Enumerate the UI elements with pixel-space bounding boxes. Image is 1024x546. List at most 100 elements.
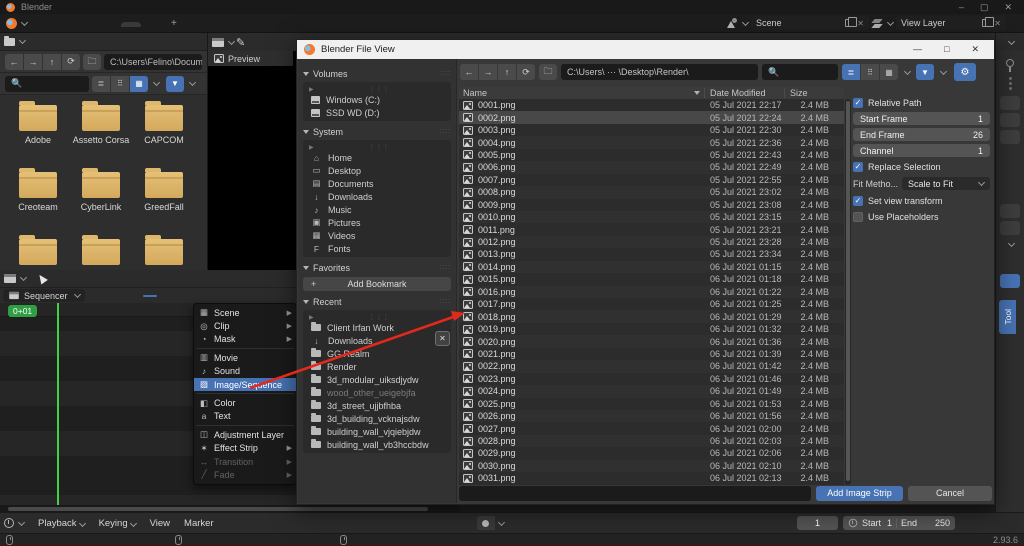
add-menu-item[interactable]: ◫ Adjustment Layer ▶: [194, 428, 296, 441]
timeline-editor-chevron-icon[interactable]: [18, 518, 25, 525]
add-menu-item[interactable]: ╱ Fade ▶: [194, 468, 296, 481]
pin-icon[interactable]: [1006, 59, 1014, 67]
file-row[interactable]: 0012.png 05 Jul 2021 23:28 2.4 MB: [459, 236, 844, 248]
recent-item[interactable]: building_wall_vjqiebjdw: [303, 425, 451, 438]
recent-item[interactable]: ↓Downloads: [303, 334, 451, 347]
dialog-minimize-button[interactable]: —: [913, 44, 922, 55]
workspace-tab[interactable]: [143, 22, 163, 27]
display-vertical-list-button[interactable]: ≣: [92, 76, 110, 92]
sequencer-type-icon[interactable]: [4, 274, 16, 283]
outliner-chevron-icon[interactable]: [1008, 37, 1015, 44]
transport-button[interactable]: [514, 516, 527, 530]
current-frame-field[interactable]: 1: [797, 516, 838, 530]
parent-dir-button[interactable]: ↑: [43, 54, 61, 70]
transport-button[interactable]: [570, 516, 583, 530]
file-row[interactable]: 0013.png 05 Jul 2021 23:34 2.4 MB: [459, 248, 844, 260]
system-item[interactable]: ↓Downloads: [303, 190, 451, 203]
back-button[interactable]: ←: [460, 64, 478, 80]
view-layer-copy-icon[interactable]: [982, 19, 989, 27]
settings-gear-button[interactable]: ⚙: [954, 63, 976, 81]
file-row[interactable]: 0027.png 06 Jul 2021 02:00 2.4 MB: [459, 422, 844, 434]
add-menu-item[interactable]: ▨ Image/Sequence ▶: [194, 378, 296, 391]
playhead[interactable]: [57, 303, 59, 505]
preview-panel-header[interactable]: Preview: [208, 51, 293, 66]
volume-item[interactable]: Windows (C:): [303, 93, 451, 106]
keying-chevron-icon[interactable]: [498, 518, 505, 525]
add-bookmark-button[interactable]: +Add Bookmark: [303, 277, 451, 291]
fit-method-dropdown[interactable]: Scale to Fit: [902, 177, 990, 190]
panel-button[interactable]: [1000, 130, 1020, 144]
system-item[interactable]: ♪Music: [303, 203, 451, 216]
dialog-path-field[interactable]: C:\Users\ ··· \Desktop\Render\: [561, 64, 758, 80]
file-row[interactable]: 0010.png 05 Jul 2021 23:15 2.4 MB: [459, 211, 844, 223]
file-row[interactable]: 0005.png 05 Jul 2021 22:43 2.4 MB: [459, 149, 844, 161]
transport-button[interactable]: [584, 516, 597, 530]
panel-button[interactable]: [1000, 113, 1020, 127]
file-row[interactable]: 0028.png 06 Jul 2021 02:03 2.4 MB: [459, 435, 844, 447]
recent-section-header[interactable]: Recent::::: [303, 295, 451, 308]
timeline-marker-menu[interactable]: Marker: [178, 516, 220, 531]
file-row[interactable]: 0023.png 06 Jul 2021 01:46 2.4 MB: [459, 373, 844, 385]
add-workspace-button[interactable]: +: [165, 18, 183, 29]
file-row[interactable]: 0024.png 06 Jul 2021 01:49 2.4 MB: [459, 385, 844, 397]
sequencer-type-chevron-icon[interactable]: [20, 274, 27, 281]
topbar-menu[interactable]: [43, 21, 57, 25]
scene-selector[interactable]: Scene ✕: [751, 16, 869, 30]
file-row[interactable]: 0007.png 05 Jul 2021 22:55 2.4 MB: [459, 174, 844, 186]
folder-tile[interactable]: [71, 239, 131, 269]
system-item[interactable]: ⌂Home: [303, 151, 451, 164]
file-row[interactable]: 0030.png 06 Jul 2021 02:10 2.4 MB: [459, 460, 844, 472]
system-item[interactable]: ▦Videos: [303, 229, 451, 242]
sequencer-menu[interactable]: [127, 295, 141, 297]
timeline-view-menu[interactable]: View: [144, 516, 176, 531]
blender-menu-icon[interactable]: [6, 18, 17, 29]
folder-tile[interactable]: CyberLink: [71, 172, 131, 212]
display-thumbnail-button[interactable]: ▦: [130, 76, 148, 92]
scene-chevron-icon[interactable]: [742, 18, 749, 25]
create-folder-button[interactable]: 🗀: [539, 64, 557, 80]
remove-recent-button[interactable]: ✕: [435, 331, 450, 346]
panel-button[interactable]: [1000, 96, 1020, 110]
dialog-maximize-button[interactable]: □: [944, 44, 949, 55]
file-row[interactable]: 0011.png 05 Jul 2021 23:21 2.4 MB: [459, 223, 844, 235]
editor-type-icon[interactable]: [212, 38, 224, 47]
system-item[interactable]: ▭Desktop: [303, 164, 451, 177]
folder-tile[interactable]: CAPCOM: [134, 105, 194, 145]
file-row[interactable]: 0009.png 05 Jul 2021 23:08 2.4 MB: [459, 199, 844, 211]
filter-settings-chevron-icon[interactable]: [189, 79, 196, 86]
volume-item[interactable]: SSD WD (D:): [303, 106, 451, 119]
file-row[interactable]: 0022.png 06 Jul 2021 01:42 2.4 MB: [459, 360, 844, 372]
start-frame-field[interactable]: Start Frame1: [853, 112, 990, 125]
favorites-section-header[interactable]: Favorites::::: [303, 261, 451, 274]
recent-item[interactable]: wood_other_ueigebjfa: [303, 386, 451, 399]
scene-unlink-icon[interactable]: ✕: [857, 19, 864, 28]
file-row[interactable]: 0015.png 06 Jul 2021 01:18 2.4 MB: [459, 273, 844, 285]
region-handle[interactable]: [1009, 77, 1012, 80]
parent-dir-button[interactable]: ↑: [498, 64, 516, 80]
file-row[interactable]: 0001.png 05 Jul 2021 22:17 2.4 MB: [459, 99, 844, 111]
add-menu-item[interactable]: ↔ Transition ▶: [194, 455, 296, 468]
sequencer-menu[interactable]: [143, 295, 157, 297]
window-maximize-button[interactable]: ▢: [980, 2, 989, 13]
back-button[interactable]: ←: [5, 54, 23, 70]
system-item[interactable]: ▤Documents: [303, 177, 451, 190]
file-row[interactable]: 0016.png 06 Jul 2021 01:22 2.4 MB: [459, 286, 844, 298]
topbar-menu[interactable]: [57, 21, 71, 25]
sequencer-menu[interactable]: [159, 295, 173, 297]
fb-path-field[interactable]: C:\Users\Felino\Docume...: [104, 54, 202, 70]
timeline-editor-icon[interactable]: [4, 518, 14, 528]
window-close-button[interactable]: ✕: [1004, 2, 1012, 13]
display-settings-chevron-icon[interactable]: [153, 79, 160, 86]
recent-item[interactable]: 3d_modular_uiksdjydw: [303, 373, 451, 386]
view-layer-chevron-icon[interactable]: [887, 18, 894, 25]
folder-tile[interactable]: Creoteam: [8, 172, 68, 212]
window-minimize-button[interactable]: –: [959, 2, 964, 13]
file-row[interactable]: 0021.png 06 Jul 2021 01:39 2.4 MB: [459, 348, 844, 360]
workspace-tab[interactable]: [121, 22, 141, 27]
file-row[interactable]: 0003.png 05 Jul 2021 22:30 2.4 MB: [459, 124, 844, 136]
editor-type-chevron-icon[interactable]: [228, 37, 235, 44]
file-row[interactable]: 0002.png 05 Jul 2021 22:24 2.4 MB: [459, 111, 844, 123]
dialog-close-button[interactable]: ✕: [971, 44, 979, 55]
use-preview-range-icon[interactable]: [849, 519, 858, 528]
sequencer-hscrollbar[interactable]: [0, 505, 460, 512]
